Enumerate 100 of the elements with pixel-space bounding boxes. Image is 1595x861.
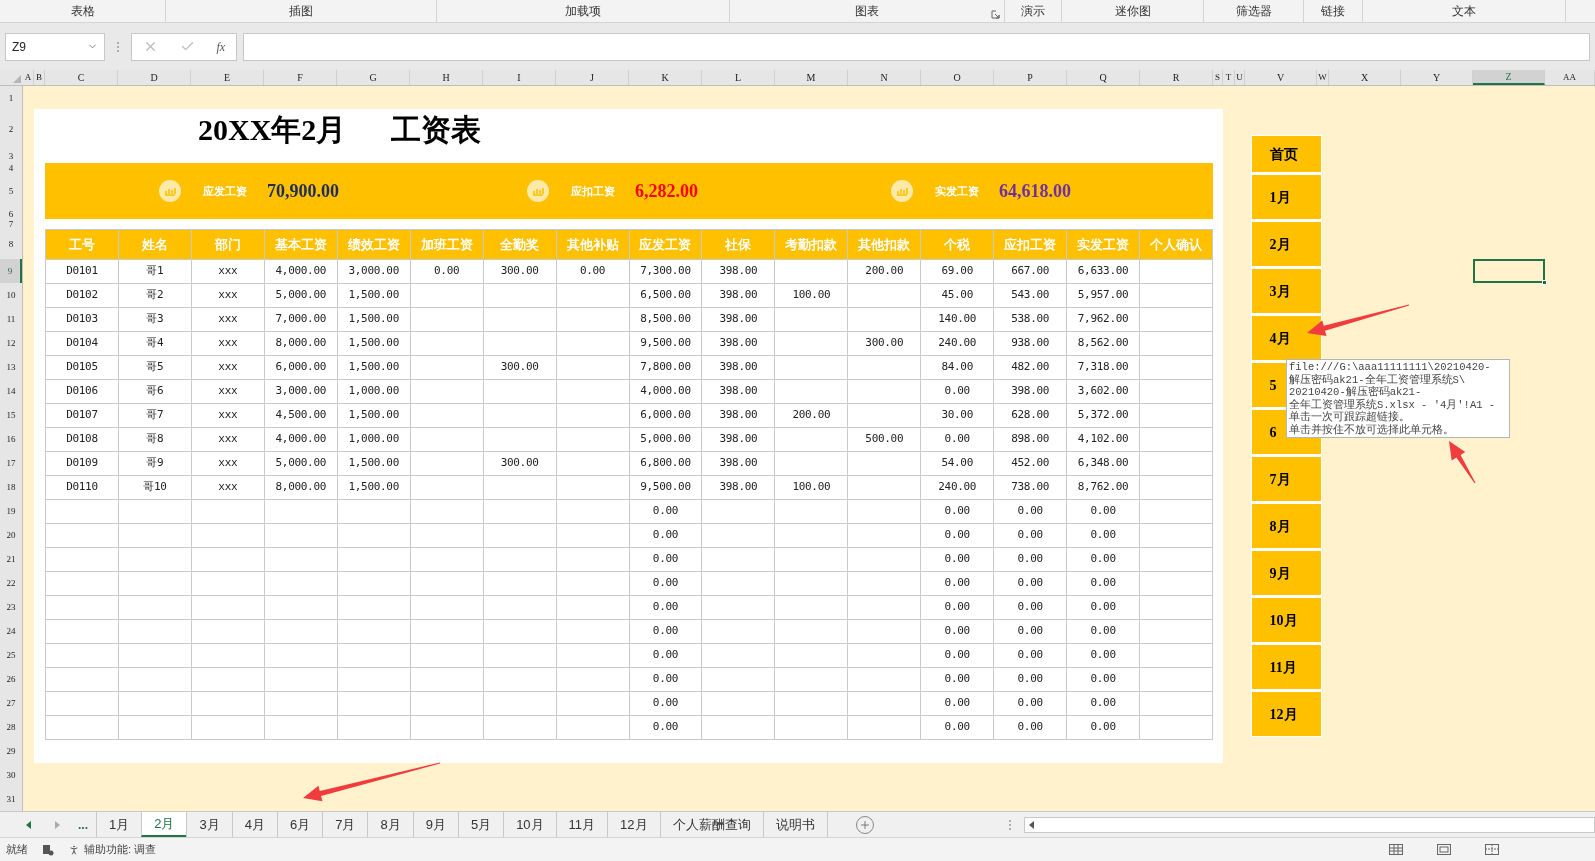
table-cell: 8,762.00: [1066, 475, 1140, 500]
table-cell: 3,000.00: [264, 379, 338, 404]
table-cell: 6,633.00: [1066, 259, 1140, 284]
table-cell: 哥5: [118, 355, 192, 380]
table-cell: 0.00: [920, 427, 994, 452]
summary-label: 应扣工资: [571, 183, 616, 199]
table-cell: 哥4: [118, 331, 192, 356]
table-cell: 6,348.00: [1066, 451, 1140, 476]
table-cell: 938.00: [993, 331, 1067, 356]
table-cell: 5,372.00: [1066, 403, 1140, 428]
table-cell: xxx: [191, 307, 265, 332]
table-cell: 0.00: [920, 379, 994, 404]
table-cell: 898.00: [993, 427, 1067, 452]
table-cell: 0.00: [629, 619, 702, 644]
table-cell: 300.00: [483, 259, 557, 284]
table-cell: 54.00: [920, 451, 994, 476]
table-cell: 45.00: [920, 283, 994, 308]
column-header: 社保: [701, 229, 775, 260]
table-cell: 0.00: [1066, 523, 1140, 548]
table-cell: 6,800.00: [629, 451, 702, 476]
summary-label: 应发工资: [203, 183, 248, 199]
table-cell: 7,800.00: [629, 355, 702, 380]
table-cell: 84.00: [920, 355, 994, 380]
column-header: 姓名: [118, 229, 192, 260]
table-cell: 300.00: [483, 451, 557, 476]
ribbon-group-label: 链接: [1321, 3, 1345, 20]
table-cell: xxx: [191, 283, 265, 308]
table-cell: 0.00: [629, 571, 702, 596]
table-cell: 5,957.00: [1066, 283, 1140, 308]
table-cell: 4,000.00: [264, 427, 338, 452]
table-cell: 9,500.00: [629, 475, 702, 500]
ribbon-group-label: 文本: [1452, 3, 1476, 20]
table-cell: 6,500.00: [629, 283, 702, 308]
table-cell: 300.00: [483, 355, 557, 380]
table-cell: 398.00: [701, 403, 775, 428]
table-cell: 哥6: [118, 379, 192, 404]
table-cell: 538.00: [993, 307, 1067, 332]
table-cell: 1,500.00: [337, 331, 411, 356]
table-cell: 0.00: [993, 499, 1067, 524]
table-cell: xxx: [191, 475, 265, 500]
table-cell: 0.00: [629, 595, 702, 620]
table-cell: 0.00: [920, 571, 994, 596]
table-cell: 738.00: [993, 475, 1067, 500]
table-cell: 0.00: [920, 619, 994, 644]
tooltip-line: file:///G:\aaa11111111\20210420-: [1289, 361, 1492, 374]
table-cell: 0.00: [1066, 571, 1140, 596]
table-cell: 0.00: [629, 643, 702, 668]
table-cell: 哥3: [118, 307, 192, 332]
table-cell: xxx: [191, 379, 265, 404]
table-cell: 3,000.00: [337, 259, 411, 284]
column-header: 其他扣款: [847, 229, 921, 260]
table-cell: 100.00: [774, 283, 848, 308]
status-text: 就绪: [6, 842, 28, 858]
ribbon-group-label: 插图: [289, 3, 313, 20]
table-cell: 1,500.00: [337, 475, 411, 500]
table-cell: 0.00: [1066, 619, 1140, 644]
table-cell: 200.00: [847, 259, 921, 284]
table-cell: D0102: [45, 283, 119, 308]
summary-value: 70,900.00: [267, 179, 339, 203]
column-header: 实发工资: [1066, 229, 1140, 260]
table-cell: 4,102.00: [1066, 427, 1140, 452]
ribbon-group-label: 迷你图: [1114, 3, 1151, 20]
table-cell: 482.00: [993, 355, 1067, 380]
table-cell: 0.00: [1066, 499, 1140, 524]
table-cell: D0105: [45, 355, 119, 380]
table-cell: 0.00: [410, 259, 484, 284]
table-cell: 0.00: [1066, 547, 1140, 572]
table-cell: 0.00: [1066, 691, 1140, 716]
table-cell: xxx: [191, 403, 265, 428]
table-cell: 1,500.00: [337, 355, 411, 380]
table-cell: 1,000.00: [337, 427, 411, 452]
table-cell: 哥9: [118, 451, 192, 476]
ribbon-group-label: 筛选器: [1235, 3, 1272, 20]
column-header: 其他补贴: [556, 229, 629, 260]
column-header: 工号: [45, 229, 119, 260]
table-cell: 6,000.00: [629, 403, 702, 428]
table-cell: 628.00: [993, 403, 1067, 428]
ribbon-group-label: 图表: [855, 3, 879, 20]
column-header: 个税: [920, 229, 994, 260]
table-cell: 0.00: [629, 523, 702, 548]
tooltip-line: 单击一次可跟踪超链接。: [1289, 411, 1411, 424]
table-cell: 398.00: [701, 475, 775, 500]
table-cell: 0.00: [629, 715, 702, 740]
table-cell: 0.00: [629, 499, 702, 524]
table-cell: 398.00: [701, 427, 775, 452]
table-cell: 0.00: [920, 715, 994, 740]
table-cell: 200.00: [774, 403, 848, 428]
table-cell: 0.00: [993, 715, 1067, 740]
table-cell: 69.00: [920, 259, 994, 284]
table-cell: 8,000.00: [264, 331, 338, 356]
table-cell: xxx: [191, 427, 265, 452]
table-cell: D0110: [45, 475, 119, 500]
table-cell: 398.00: [701, 259, 775, 284]
ribbon-group-label: 表格: [70, 3, 95, 20]
table-cell: 398.00: [701, 283, 775, 308]
table-cell: 4,000.00: [629, 379, 702, 404]
table-cell: 8,562.00: [1066, 331, 1140, 356]
summary-value: 64,618.00: [999, 179, 1071, 203]
table-cell: 500.00: [847, 427, 921, 452]
column-header: 考勤扣款: [774, 229, 848, 260]
